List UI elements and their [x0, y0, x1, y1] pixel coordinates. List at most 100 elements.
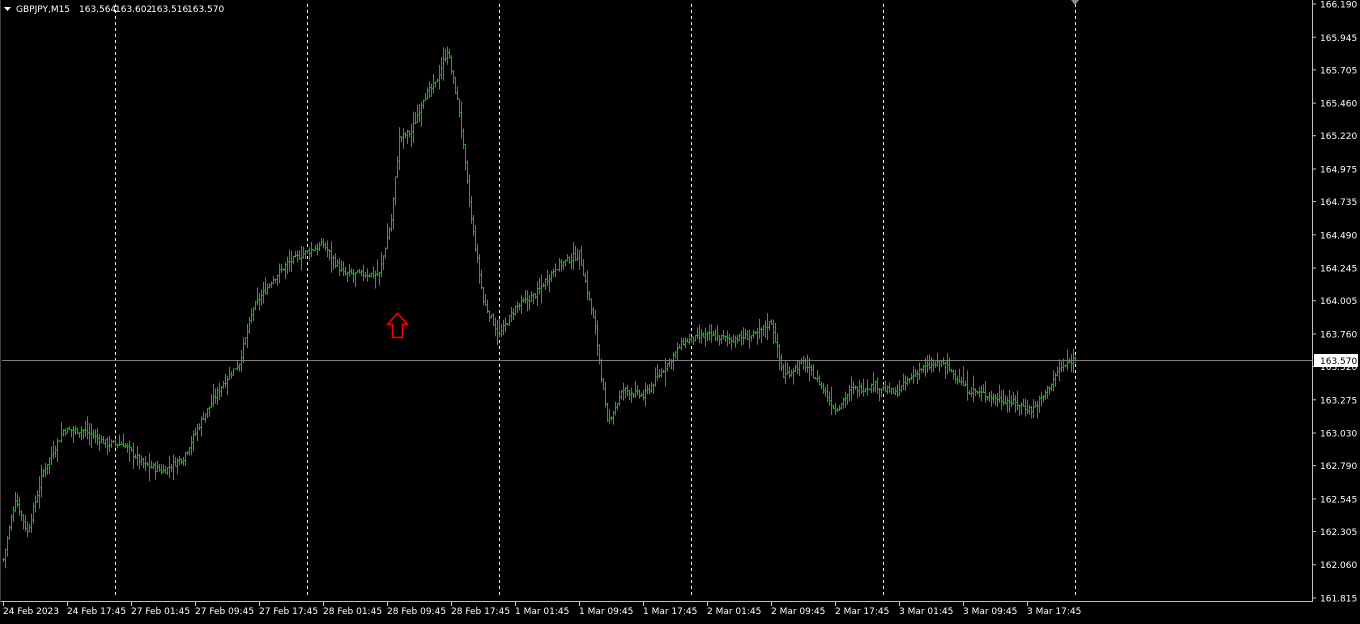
ohlc-bar	[970, 387, 973, 397]
ohlc-bar	[750, 334, 753, 342]
time-tick-label: 3 Mar 17:45	[1027, 607, 1081, 617]
price-tick-label: 162.790	[1320, 462, 1357, 472]
ohlc-bar	[1028, 404, 1031, 415]
ohlc-bar	[710, 324, 713, 343]
ohlc-bar	[230, 371, 233, 379]
ohlc-bar	[816, 369, 819, 383]
ohlc-bar	[1040, 391, 1043, 407]
ohlc-bar	[852, 381, 855, 395]
ohlc-bar	[104, 439, 107, 448]
ohlc-bar	[262, 281, 265, 304]
time-tick-label: 27 Feb 09:45	[195, 607, 254, 617]
ohlc-bar	[264, 277, 267, 295]
ohlc-bar	[706, 331, 709, 342]
ohlc-bar	[742, 327, 745, 345]
ohlc-bar	[412, 111, 415, 144]
ohlc-bar	[978, 386, 981, 398]
ohlc-bar	[172, 454, 175, 480]
ohlc-bar	[102, 436, 105, 445]
ohlc-bar	[876, 377, 879, 395]
ohlc-bar	[212, 383, 215, 407]
ohlc-bar	[480, 269, 483, 290]
ohlc-bar	[152, 462, 155, 470]
chart-window[interactable]: 166.190 165.945 165.705 165.460 165.220 164.9…	[0, 0, 1360, 620]
ohlc-bar	[220, 386, 223, 398]
ohlc-bar	[684, 337, 687, 349]
ohlc-bar	[170, 463, 173, 472]
ohlc-bar	[946, 353, 949, 375]
ohlc-bar	[540, 274, 543, 304]
ohlc-bar	[114, 438, 117, 448]
ohlc-bar	[636, 385, 639, 396]
price-chart[interactable]: 166.190 165.945 165.705 165.460 165.220 164.9…	[0, 0, 1360, 620]
ohlc-bar	[312, 248, 315, 252]
ohlc-bar	[458, 98, 461, 118]
ohlc-bar	[308, 247, 311, 261]
ohlc-bar	[196, 423, 199, 442]
ohlc-bar	[248, 317, 251, 334]
ohlc-bar	[748, 329, 751, 349]
ohlc-bar	[752, 329, 755, 339]
ohlc-bar	[648, 384, 651, 395]
ohlc-bar	[862, 378, 865, 397]
ohlc-bar	[616, 402, 619, 411]
ohlc-bar	[410, 123, 413, 147]
ohlc-bar	[76, 427, 79, 435]
price-tick-label: 164.735	[1320, 198, 1357, 208]
ohlc-bar	[390, 213, 393, 232]
ohlc-bar	[990, 390, 993, 407]
ohlc-bar	[794, 364, 797, 373]
chart-shift-marker-icon[interactable]	[1071, 0, 1079, 5]
ohlc-bar	[916, 369, 919, 385]
ohlc-bar	[468, 174, 471, 207]
ohlc-bar	[528, 295, 531, 311]
price-tick-label: 162.305	[1320, 528, 1357, 538]
up-arrow-icon[interactable]	[385, 312, 410, 339]
time-tick-label: 1 Mar 09:45	[579, 607, 633, 617]
ohlc-bar	[1070, 353, 1073, 373]
ohlc-bar	[356, 270, 359, 274]
ohlc-bar	[140, 455, 143, 466]
ohlc-bar	[682, 338, 685, 346]
ohlc-bar	[252, 306, 255, 322]
ohlc-bar	[898, 380, 901, 396]
ohlc-bar	[1050, 383, 1053, 391]
bars-layer	[2, 46, 1077, 569]
ohlc-bar	[228, 366, 231, 381]
dropdown-triangle-icon[interactable]	[4, 7, 11, 11]
ohlc-bar	[906, 376, 909, 386]
ohlc-bar	[1058, 359, 1061, 382]
ohlc-bar	[290, 250, 293, 273]
ohlc-bar	[96, 427, 99, 446]
ohlc-bar	[206, 407, 209, 419]
time-tick-label: 28 Feb 01:45	[323, 607, 382, 617]
ohlc-bar	[278, 263, 281, 284]
ohlc-bar	[294, 251, 297, 258]
ohlc-bar	[118, 434, 121, 447]
ohlc-bar	[642, 390, 645, 401]
ohlc-bar	[10, 514, 13, 531]
ohlc-bar	[570, 253, 573, 270]
ohlc-bar	[62, 429, 65, 437]
ohlc-bar	[746, 330, 749, 340]
price-tick-label: 161.815	[1320, 595, 1357, 605]
ohlc-bar	[474, 224, 477, 252]
ohlc-bar	[986, 395, 989, 401]
ohlc-bar	[274, 278, 277, 284]
ohlc-bar	[98, 434, 101, 451]
ohlc-bar	[890, 387, 893, 395]
price-tick-label: 164.005	[1320, 297, 1357, 307]
ohlc-bar	[392, 197, 395, 230]
price-tick-label: 163.275	[1320, 396, 1357, 406]
ohlc-bar	[718, 335, 721, 346]
ohlc-bar	[652, 383, 655, 394]
ohlc-bar	[234, 368, 237, 370]
ohlc-bar	[416, 104, 419, 124]
ohlc-bar	[132, 442, 135, 470]
ohlc-bar	[784, 360, 787, 384]
ohlc-bar	[984, 381, 987, 403]
ohlc-bar	[828, 391, 831, 406]
ohlc-bar	[644, 382, 647, 407]
ohlc-bar	[548, 274, 551, 293]
ohlc-bar	[148, 453, 151, 482]
